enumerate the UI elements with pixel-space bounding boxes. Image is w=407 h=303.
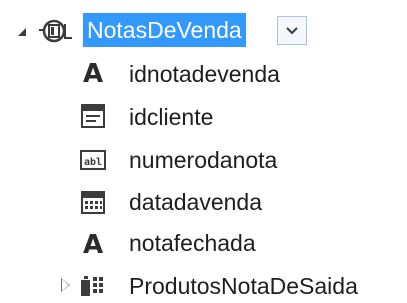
letter-a-icon: A <box>80 59 106 85</box>
field-label: idnotadevenda <box>129 61 280 87</box>
field-label: notafechada <box>129 230 256 256</box>
expand-icon-fill <box>62 279 69 291</box>
navigation-collection-icon <box>80 272 106 298</box>
letter-a-icon: A <box>80 230 106 256</box>
lookup-field-icon <box>80 103 106 129</box>
field-label: idcliente <box>129 104 214 130</box>
expand-collapse-icon[interactable] <box>18 28 26 36</box>
root-node-dropdown-button[interactable] <box>277 16 307 45</box>
calendar-icon <box>80 189 106 215</box>
navigation-label: ProdutosNotaDeSaida <box>129 273 358 299</box>
field-label: numerodanota <box>129 147 278 173</box>
field-label: datadavenda <box>129 189 263 215</box>
svg-text:abl: abl <box>84 157 102 168</box>
tree-view: { "tree": { "root": { "label": "NotasDeV… <box>0 0 407 303</box>
root-node-label[interactable]: NotasDeVenda <box>83 13 246 47</box>
svg-text:A: A <box>83 230 103 256</box>
svg-text:A: A <box>83 59 103 85</box>
entity-icon <box>39 19 72 43</box>
abl-textbox-icon: abl <box>80 147 106 173</box>
chevron-down-icon <box>286 26 298 34</box>
